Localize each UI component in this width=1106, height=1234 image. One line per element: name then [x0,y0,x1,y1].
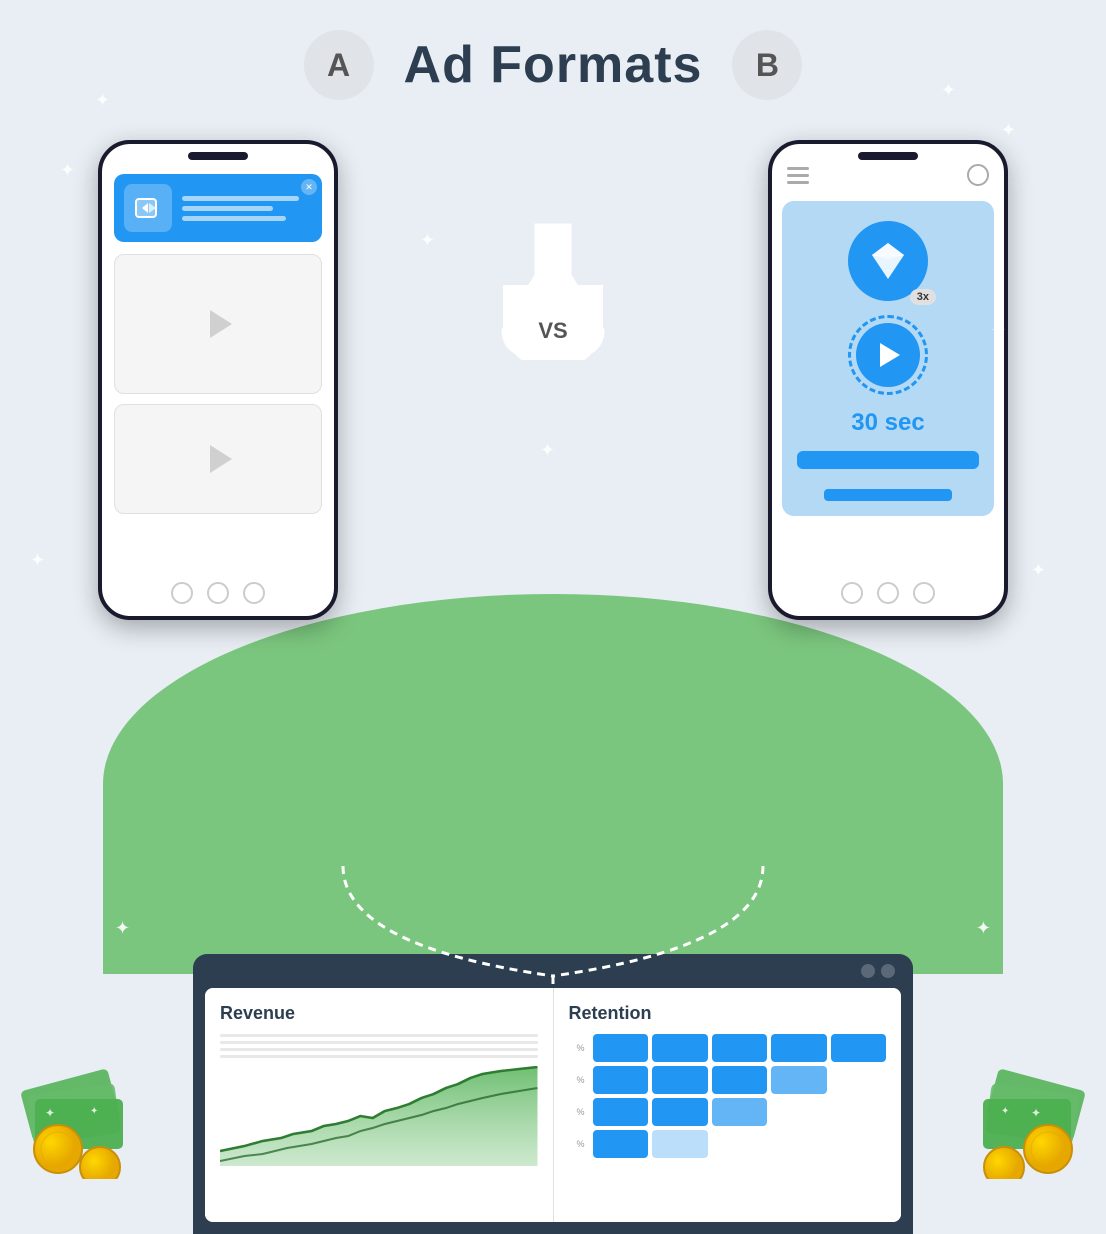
grid-cell [831,1066,887,1094]
content-card-2 [114,404,322,514]
grid-cell [652,1034,708,1062]
grid-cell [593,1098,649,1126]
phone-b-notch [858,152,918,160]
play-icon [210,310,232,338]
page-title: Ad Formats [404,35,703,95]
play-button[interactable] [856,323,920,387]
svg-text:VS: VS [538,318,567,343]
home-dot [913,582,935,604]
grid-cell [712,1034,768,1062]
sparkle-icon: ✦ [976,918,991,939]
sparkle-icon: ✦ [30,550,45,571]
sparkle-icon: ✦ [115,918,130,939]
play-container [848,315,928,395]
sparkle-icon: ✦ [1031,560,1046,581]
grid-cell [712,1130,768,1158]
flask-icon: VS [498,220,608,360]
dashboard: Revenue [193,954,913,1234]
grid-cell [652,1066,708,1094]
grid-label: % [569,1130,589,1158]
grid-cell [652,1098,708,1126]
dashed-lines [233,856,873,986]
grid-cell [771,1098,827,1126]
sparkle-icon: ✦ [420,230,435,251]
revenue-title: Revenue [220,1003,538,1024]
retention-grid: % % % % [569,1034,887,1158]
multiplier-badge: 3x [910,289,936,305]
grid-cell [831,1130,887,1158]
timer-text: 30 sec [851,409,924,437]
content-card-1 [114,254,322,394]
grid-cell [593,1130,649,1158]
phone-b: 3x 30 sec [768,140,1008,620]
phone-a-content: ✕ [102,144,334,574]
dot-2 [881,964,895,978]
home-dot [243,582,265,604]
play-arrow-icon [880,343,900,367]
grid-label: % [569,1066,589,1094]
money-pile-right: ✦ ✦ [946,1019,1086,1184]
phone-b-home-bar [841,582,935,604]
grid-label: % [569,1034,589,1062]
play-icon [210,445,232,473]
sparkle-icon: ✦ [540,440,555,461]
phone-a: ✕ [98,140,338,620]
svg-text:✦: ✦ [90,1106,98,1117]
badge-b: B [732,30,802,100]
sparkle-icon: ✦ [941,80,956,101]
svg-text:✦: ✦ [45,1106,55,1120]
banner-ad-lines [182,196,312,221]
phone-a-home-bar [171,582,265,604]
home-dot [841,582,863,604]
banner-ad: ✕ [114,174,322,242]
phones-container: ✕ VS [0,140,1106,620]
retention-panel: Retention % % % [554,988,902,1222]
phone-b-content: 3x 30 sec [772,144,1004,566]
home-dot [877,582,899,604]
vs-container: VS [498,220,608,360]
grid-cell [712,1066,768,1094]
sparkle-icon: ✦ [95,90,110,111]
home-dot [171,582,193,604]
grid-cell [712,1098,768,1126]
revenue-panel: Revenue [205,988,554,1222]
grid-cell [771,1066,827,1094]
banner-ad-icon [124,184,172,232]
retention-title: Retention [569,1003,887,1024]
grid-cell [771,1130,827,1158]
hamburger-menu-icon [787,167,809,184]
grid-cell [771,1034,827,1062]
phone-b-header [782,164,994,186]
badge-a: A [304,30,374,100]
phone-a-notch [188,152,248,160]
money-pile-left: ✦ ✦ [20,1019,160,1184]
chart-grid-lines [220,1034,538,1058]
svg-text:✦: ✦ [1031,1106,1041,1120]
revenue-chart [220,1066,538,1166]
diamond-container: 3x [848,221,928,301]
dashboard-inner: Revenue [205,988,901,1222]
grid-cell [593,1034,649,1062]
home-dot [207,582,229,604]
close-button[interactable]: ✕ [301,179,317,195]
svg-text:✦: ✦ [1001,1106,1009,1117]
circle-button [967,164,989,186]
reward-bar-2 [824,489,951,501]
sparkle-icon: ✦ [1001,120,1016,141]
grid-cell [831,1034,887,1062]
sparkle-icon: ✦ [60,160,75,181]
grid-cell [831,1098,887,1126]
grid-label: % [569,1098,589,1126]
sparkle-icon: ✦ [991,320,1006,341]
grid-cell [652,1130,708,1158]
rewarded-ad: 3x 30 sec [782,201,994,516]
grid-cell [593,1066,649,1094]
reward-bar-1 [797,451,979,469]
